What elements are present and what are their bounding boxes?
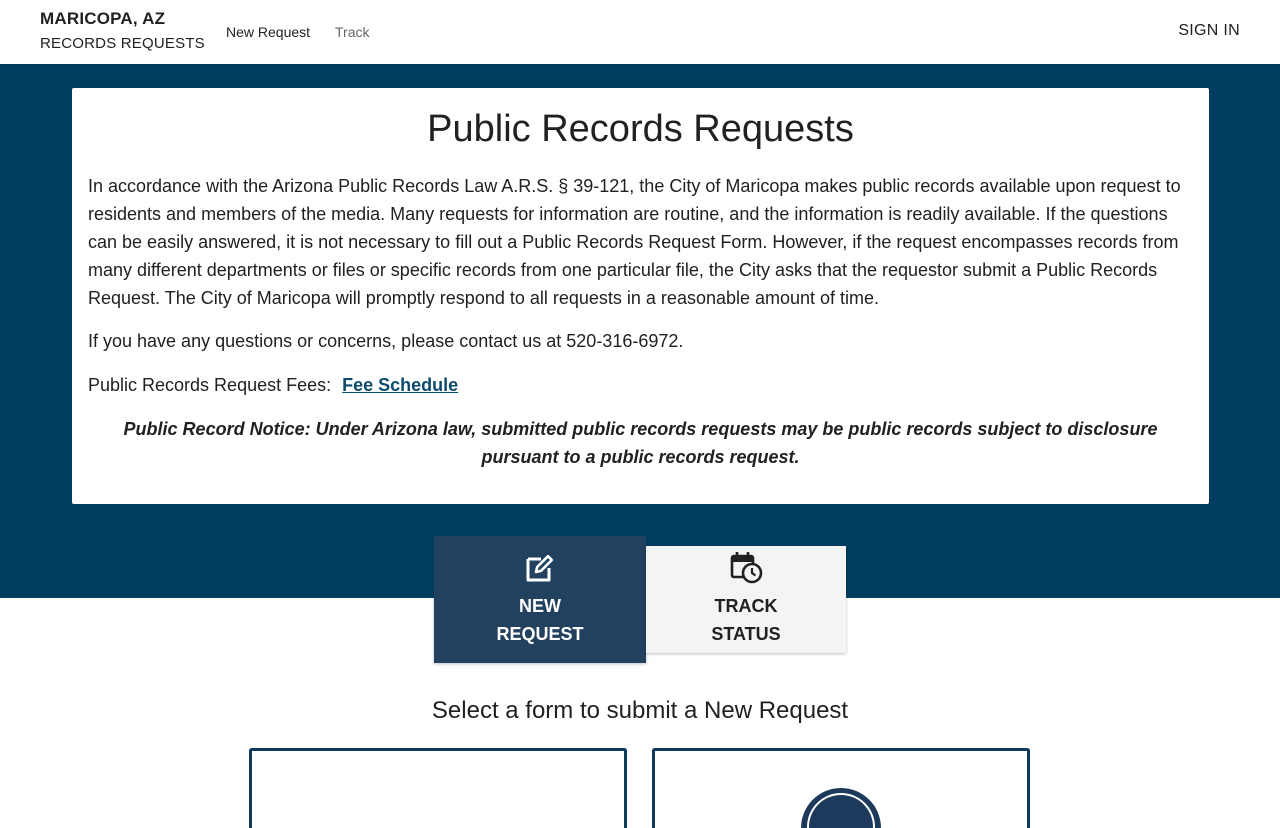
form-card[interactable] xyxy=(249,748,627,828)
brand[interactable]: MARICOPA, AZ RECORDS REQUESTS xyxy=(40,9,205,52)
tab-track-status[interactable]: TRACK STATUS xyxy=(646,546,846,653)
city-seal-image xyxy=(801,788,881,828)
sign-in-button[interactable]: SIGN IN xyxy=(1178,22,1240,40)
brand-city: MARICOPA, AZ xyxy=(40,9,166,28)
fees-paragraph: Public Records Request Fees: Fee Schedul… xyxy=(88,371,1196,399)
top-app-bar: MARICOPA, AZ RECORDS REQUESTS New Reques… xyxy=(0,0,1280,64)
nav-track[interactable]: Track xyxy=(335,24,369,40)
forms-section-title: Select a form to submit a New Request xyxy=(431,697,849,724)
fee-schedule-link[interactable]: Fee Schedule xyxy=(342,375,458,395)
fees-label: Public Records Request Fees: xyxy=(88,375,332,395)
brand-subtitle: RECORDS REQUESTS xyxy=(40,35,205,52)
intro-card: Public Records Requests In accordance wi… xyxy=(72,88,1209,504)
tab-track-status-line2: STATUS xyxy=(711,624,781,644)
tab-new-request[interactable]: NEW REQUEST xyxy=(434,536,646,663)
calendar-clock-icon xyxy=(730,552,763,584)
tab-track-status-line1: TRACK xyxy=(714,596,778,616)
public-record-notice: Public Record Notice: Under Arizona law,… xyxy=(123,419,1158,467)
page-title: Public Records Requests xyxy=(427,108,854,150)
form-card[interactable] xyxy=(652,748,1030,828)
tab-new-request-label: NEW REQUEST xyxy=(434,592,646,648)
nav-new-request[interactable]: New Request xyxy=(226,24,310,40)
tab-new-request-line2: REQUEST xyxy=(496,624,584,644)
contact-paragraph: If you have any questions or concerns, p… xyxy=(88,331,684,351)
edit-icon xyxy=(526,554,554,582)
tab-track-status-label: TRACK STATUS xyxy=(646,592,846,648)
intro-paragraph: In accordance with the Arizona Public Re… xyxy=(88,176,1181,308)
tab-new-request-line1: NEW xyxy=(519,596,561,616)
